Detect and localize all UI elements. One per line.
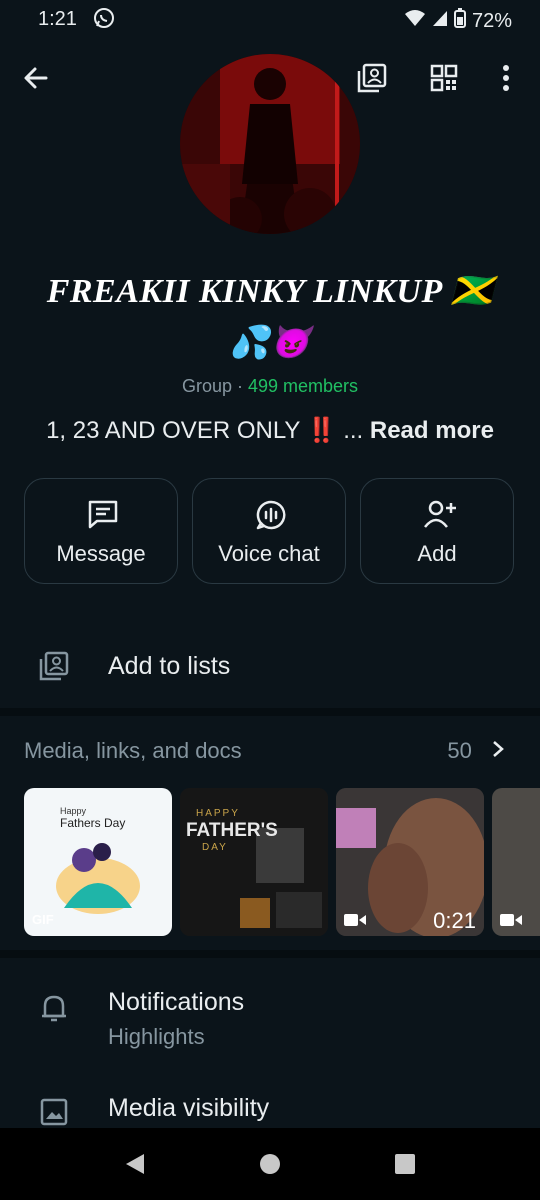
battery-icon	[453, 8, 466, 34]
group-name-emoji: 💦😈	[229, 324, 311, 360]
description-ellipsis: ...	[336, 417, 370, 444]
media-thumbnail-image[interactable]: HAPPY FATHER'S DAY	[180, 788, 328, 936]
chevron-right-icon	[492, 738, 504, 763]
thumb-caption: FATHER'S	[186, 820, 278, 841]
gif-badge: GIF	[32, 912, 54, 927]
media-section-title[interactable]: Media, links, and docs	[24, 738, 242, 764]
qr-code-icon[interactable]	[430, 64, 458, 97]
nav-back-icon[interactable]	[124, 1152, 146, 1181]
meta-separator: ·	[231, 376, 248, 396]
voice-chat-button[interactable]: Voice chat	[192, 478, 346, 584]
nav-recents-icon[interactable]	[394, 1153, 416, 1180]
description-text: 1, 23 AND OVER ONLY	[46, 417, 307, 444]
status-time: 1:21	[38, 8, 77, 30]
signal-icon	[432, 9, 448, 33]
thumb-caption-small: HAPPY	[196, 808, 240, 819]
image-icon	[40, 1098, 68, 1131]
add-to-lists-label: Add to lists	[108, 652, 231, 680]
more-options-icon[interactable]	[500, 64, 512, 97]
group-avatar[interactable]	[180, 54, 360, 234]
back-arrow-icon[interactable]	[22, 64, 50, 97]
group-description[interactable]: 1, 23 AND OVER ONLY ‼️ ... Read more	[0, 416, 540, 445]
add-button[interactable]: Add	[360, 478, 514, 584]
media-thumbnail-gif[interactable]: Happy Fathers Day GIF	[24, 788, 172, 936]
nav-home-icon[interactable]	[259, 1153, 281, 1180]
battery-percent: 72%	[471, 9, 512, 32]
group-meta: Group · 499 members	[0, 376, 540, 397]
message-label: Message	[56, 541, 146, 566]
section-divider	[0, 708, 540, 716]
group-type: Group	[181, 376, 232, 396]
notifications-title: Notifications	[108, 988, 245, 1016]
add-label: Add	[417, 541, 457, 566]
description-emoji: ‼️	[306, 417, 337, 444]
whatsapp-icon	[92, 6, 116, 36]
group-name: FREAKII KINKY LINKUP 🇯🇲	[46, 273, 494, 310]
thumb-caption-day: DAY	[202, 842, 228, 853]
system-navigation-bar	[0, 1128, 540, 1200]
voice-chat-label: Voice chat	[218, 541, 320, 566]
status-bar: 1:21 72%	[0, 0, 540, 40]
video-camera-icon	[500, 912, 522, 933]
status-right: 72%	[404, 8, 512, 34]
add-to-list-icon[interactable]	[356, 62, 388, 99]
message-button[interactable]: Message	[24, 478, 178, 584]
member-count[interactable]: 499 members	[248, 376, 358, 396]
media-count-value: 50	[447, 738, 472, 763]
add-to-lists-row[interactable]: Add to lists	[0, 630, 540, 708]
notifications-row[interactable]: Notifications Highlights	[0, 970, 540, 1070]
notifications-subtitle: Highlights	[108, 1024, 205, 1049]
media-count[interactable]: 50	[447, 738, 504, 764]
video-duration: 0:21	[433, 908, 476, 933]
media-thumbnail-video[interactable]	[492, 788, 540, 936]
read-more-link[interactable]: Read more	[370, 417, 494, 444]
section-divider	[0, 950, 540, 958]
bell-icon	[40, 992, 68, 1029]
wifi-icon	[404, 9, 426, 33]
media-visibility-title: Media visibility	[108, 1094, 270, 1122]
media-thumbnail-video[interactable]: 0:21	[336, 788, 484, 936]
video-camera-icon	[344, 912, 366, 933]
lists-icon	[38, 650, 70, 687]
media-visibility-row[interactable]: Media visibility	[0, 1080, 540, 1128]
